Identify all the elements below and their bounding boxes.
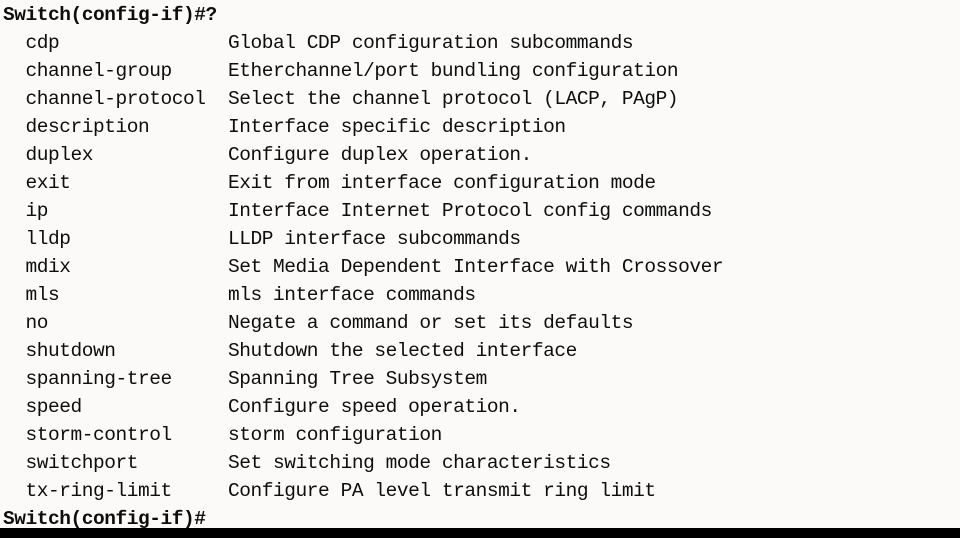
help-entry-description: Global CDP configuration subcommands: [228, 32, 634, 54]
help-entry-command: mdix: [3, 256, 229, 278]
help-entry-row: spanning-tree Spanning Tree Subsystem: [0, 365, 960, 393]
help-entry-row: description Interface specific descripti…: [0, 113, 960, 141]
help-entry-command: mls: [3, 284, 229, 306]
help-entry-command: channel-group: [3, 60, 229, 82]
help-entry-command: spanning-tree: [3, 368, 229, 390]
help-entry-command: cdp: [3, 32, 229, 54]
command-prompt-line: Switch(config-if)#?: [3, 4, 217, 26]
help-entry-description: LLDP interface subcommands: [228, 228, 521, 250]
terminal-screen: Switch(config-if)#? cdp Global CDP confi…: [0, 0, 960, 533]
help-entry-row: no Negate a command or set its defaults: [0, 309, 960, 337]
help-entry-row: speed Configure speed operation.: [0, 393, 960, 421]
help-entry-command: tx-ring-limit: [3, 480, 229, 502]
help-entry-description: Shutdown the selected interface: [228, 340, 577, 362]
help-entry-description: mls interface commands: [228, 284, 476, 306]
help-entry-description: Spanning Tree Subsystem: [228, 368, 487, 390]
help-entry-command: description: [3, 116, 229, 138]
help-entry-description: Set switching mode characteristics: [228, 452, 611, 474]
help-entry-command: shutdown: [3, 340, 229, 362]
help-entry-description: Interface specific description: [228, 116, 566, 138]
help-entry-command: switchport: [3, 452, 229, 474]
help-entry-command: no: [3, 312, 229, 334]
help-entry-command: duplex: [3, 144, 229, 166]
help-entry-command: ip: [3, 200, 229, 222]
help-entry-row: exit Exit from interface configuration m…: [0, 169, 960, 197]
help-entry-command: exit: [3, 172, 229, 194]
help-entry-description: Etherchannel/port bundling configuration: [228, 60, 679, 82]
help-entry-command: speed: [3, 396, 229, 418]
help-entry-row: lldp LLDP interface subcommands: [0, 225, 960, 253]
help-entry-command: channel-protocol: [3, 88, 229, 110]
help-entry-row: channel-group Etherchannel/port bundling…: [0, 57, 960, 85]
help-entry-row: cdp Global CDP configuration subcommands: [0, 29, 960, 57]
help-entry-row: mdix Set Media Dependent Interface with …: [0, 253, 960, 281]
help-output-list: cdp Global CDP configuration subcommands…: [0, 29, 960, 505]
help-entry-description: Exit from interface configuration mode: [228, 172, 656, 194]
help-entry-row: shutdown Shutdown the selected interface: [0, 337, 960, 365]
help-entry-row: duplex Configure duplex operation.: [0, 141, 960, 169]
help-entry-row: ip Interface Internet Protocol config co…: [0, 197, 960, 225]
help-entry-description: Negate a command or set its defaults: [228, 312, 634, 334]
help-entry-description: storm configuration: [228, 424, 442, 446]
help-entry-description: Configure PA level transmit ring limit: [228, 480, 656, 502]
help-entry-description: Set Media Dependent Interface with Cross…: [228, 256, 724, 278]
help-entry-row: switchport Set switching mode characteri…: [0, 449, 960, 477]
terminal-window[interactable]: Switch(config-if)#? cdp Global CDP confi…: [0, 0, 960, 538]
help-entry-description: Select the channel protocol (LACP, PAgP): [228, 88, 679, 110]
help-entry-row: mls mls interface commands: [0, 281, 960, 309]
help-entry-description: Interface Internet Protocol config comma…: [228, 200, 712, 222]
bottom-status-bar: [0, 528, 960, 538]
help-entry-description: Configure speed operation.: [228, 396, 521, 418]
help-entry-command: lldp: [3, 228, 229, 250]
help-entry-row: tx-ring-limit Configure PA level transmi…: [0, 477, 960, 505]
help-entry-row: channel-protocol Select the channel prot…: [0, 85, 960, 113]
help-entry-command: storm-control: [3, 424, 229, 446]
help-entry-row: storm-control storm configuration: [0, 421, 960, 449]
help-entry-description: Configure duplex operation.: [228, 144, 532, 166]
